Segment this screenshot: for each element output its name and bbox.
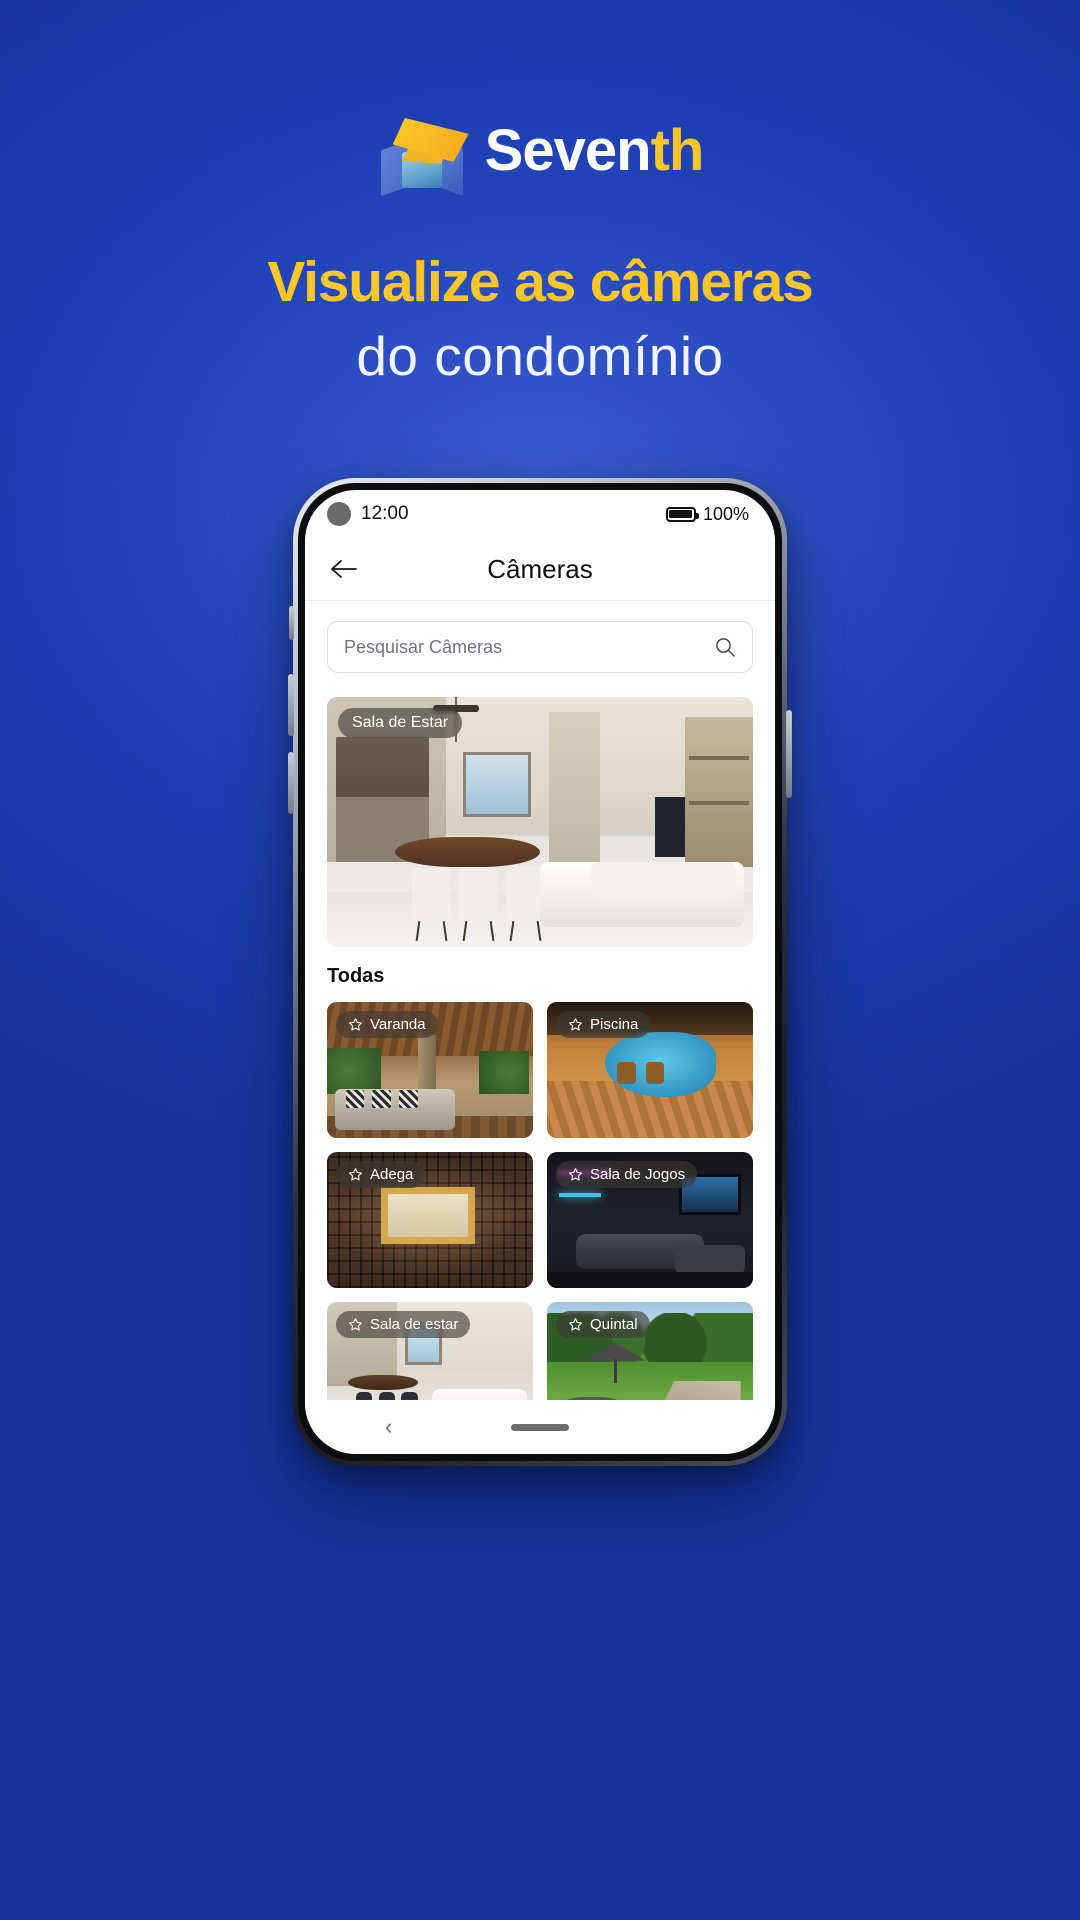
front-camera-dot-icon: [327, 502, 351, 526]
camera-label: Quintal: [590, 1316, 638, 1333]
phone-bezel: 12:00 100% Câmeras Pesquisar Câmeras Sal…: [298, 483, 782, 1461]
camera-card-piscina[interactable]: Piscina: [547, 1002, 753, 1138]
camera-card-sala-de-estar[interactable]: Sala de estar: [327, 1302, 533, 1400]
star-outline-icon[interactable]: [568, 1017, 583, 1032]
home-pill-indicator[interactable]: [511, 1423, 569, 1431]
status-bar: 12:00 100%: [305, 490, 775, 538]
phone-mute-button[interactable]: [289, 606, 294, 640]
phone-mockup: 12:00 100% Câmeras Pesquisar Câmeras Sal…: [288, 478, 792, 1466]
camera-label: Sala de Jogos: [590, 1166, 686, 1183]
section-title-todas: Todas: [327, 965, 385, 987]
brand-wordmark: Seventh: [485, 122, 705, 180]
star-outline-icon[interactable]: [348, 1317, 363, 1332]
nav-back-icon[interactable]: ‹: [385, 1414, 392, 1440]
brand-wordmark-white: Seven: [484, 118, 652, 183]
camera-card-sala-de-jogos[interactable]: Sala de Jogos: [547, 1152, 753, 1288]
phone-screen: 12:00 100% Câmeras Pesquisar Câmeras Sal…: [305, 490, 775, 1454]
search-icon[interactable]: [714, 636, 736, 658]
battery-full-icon: [665, 506, 699, 522]
camera-label: Adega: [370, 1166, 414, 1183]
star-outline-icon[interactable]: [568, 1167, 583, 1182]
phone-volume-up-button[interactable]: [288, 674, 294, 736]
page-title: Câmeras: [487, 553, 593, 584]
camera-label-pill: Sala de estar: [336, 1311, 471, 1338]
headline-block: Visualize as câmeras do condomínio: [0, 250, 1080, 390]
camera-label: Sala de estar: [370, 1316, 459, 1333]
camera-label-pill: Adega: [336, 1161, 426, 1188]
camera-label-pill: Piscina: [556, 1011, 651, 1038]
camera-label-pill: Quintal: [556, 1311, 650, 1338]
seventh-cube-logo-icon: [377, 112, 475, 197]
brand-wordmark-yellow: th: [650, 118, 705, 183]
camera-label-pill: Varanda: [336, 1011, 438, 1038]
camera-card-adega[interactable]: Adega: [327, 1152, 533, 1288]
camera-grid: Varanda Piscina Adega Sala de Jogos Sala…: [327, 1002, 753, 1400]
search-input[interactable]: [344, 636, 704, 658]
phone-power-button[interactable]: [786, 710, 792, 798]
star-outline-icon[interactable]: [348, 1167, 363, 1182]
status-bar-battery-percent: 100%: [702, 503, 749, 524]
brand-logo: Seventh: [0, 112, 1080, 197]
camera-list-content: Sala de Estar Todas: [305, 601, 775, 1400]
camera-card-varanda[interactable]: Varanda: [327, 1002, 533, 1138]
camera-card-quintal[interactable]: Quintal: [547, 1302, 753, 1400]
star-outline-icon[interactable]: [568, 1317, 583, 1332]
headline-line-2: do condomínio: [356, 324, 724, 387]
system-nav-bar: ‹: [305, 1400, 775, 1454]
status-bar-time: 12:00: [361, 503, 409, 524]
arrow-left-icon[interactable]: [327, 552, 361, 586]
search-field[interactable]: [327, 621, 753, 673]
camera-label-pill: Sala de Jogos: [556, 1161, 698, 1188]
camera-label: Varanda: [370, 1016, 426, 1033]
phone-volume-down-button[interactable]: [288, 752, 294, 814]
camera-label-pill: Sala de Estar: [338, 708, 463, 738]
camera-label: Piscina: [590, 1016, 639, 1033]
featured-camera-label: Sala de Estar: [352, 714, 449, 731]
featured-camera-card[interactable]: Sala de Estar: [327, 697, 753, 947]
headline-line-1: Visualize as câmeras: [267, 250, 814, 314]
app-bar: Câmeras: [305, 538, 775, 600]
star-outline-icon[interactable]: [348, 1017, 363, 1032]
